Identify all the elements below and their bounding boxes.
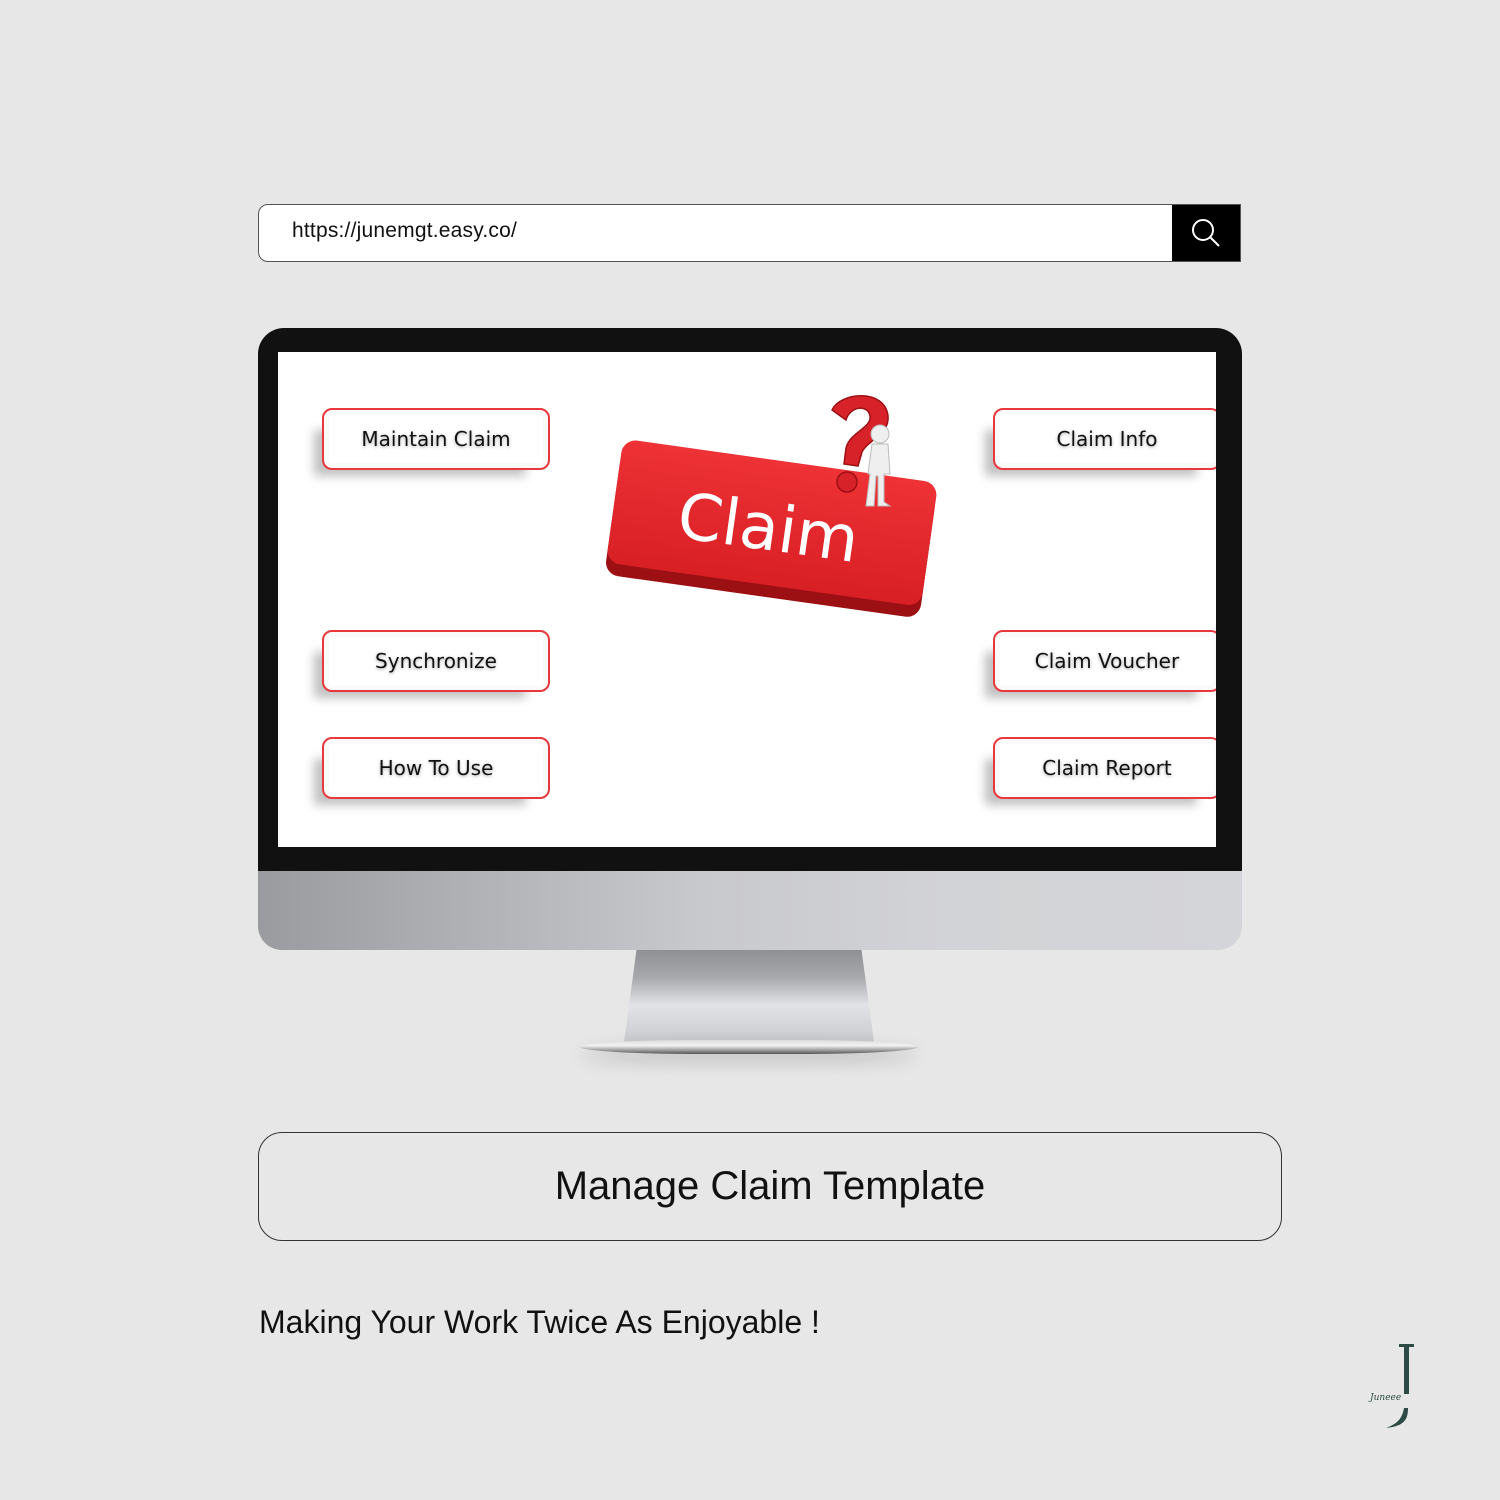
caption-title: Manage Claim Template — [554, 1164, 986, 1208]
logo-signature: Juneee — [1368, 1393, 1401, 1403]
button-label: Claim Voucher — [1034, 649, 1180, 673]
maintain-claim-button[interactable]: Maintain Claim — [322, 408, 550, 470]
monitor-stand — [624, 950, 874, 1042]
caption-box: Manage Claim Template — [258, 1132, 1282, 1241]
button-label: Claim Report — [1042, 756, 1172, 780]
url-text[interactable]: https://junemgt.easy.co/ — [292, 219, 517, 243]
button-label: Claim Info — [1056, 427, 1158, 451]
synchronize-button[interactable]: Synchronize — [322, 630, 550, 692]
claim-voucher-button[interactable]: Claim Voucher — [993, 630, 1216, 692]
monitor-screen: Maintain Claim Synchronize How To Use Cl… — [278, 352, 1216, 847]
brand-logo-icon: Juneee — [1368, 1344, 1414, 1428]
claim-info-button[interactable]: Claim Info — [993, 408, 1216, 470]
button-label: Maintain Claim — [361, 427, 511, 451]
button-label: Synchronize — [375, 649, 497, 673]
search-button[interactable] — [1172, 205, 1240, 261]
tagline: Making Your Work Twice As Enjoyable ! — [259, 1304, 820, 1340]
how-to-use-button[interactable]: How To Use — [322, 737, 550, 799]
claim-report-button[interactable]: Claim Report — [993, 737, 1216, 799]
claim-hero-graphic: Claim — [606, 395, 937, 617]
monitor-chin — [258, 871, 1242, 950]
address-bar[interactable]: https://junemgt.easy.co/ — [258, 204, 1241, 262]
monitor-stand-base — [580, 1040, 918, 1054]
button-label: How To Use — [378, 756, 494, 780]
search-icon — [1192, 219, 1220, 247]
